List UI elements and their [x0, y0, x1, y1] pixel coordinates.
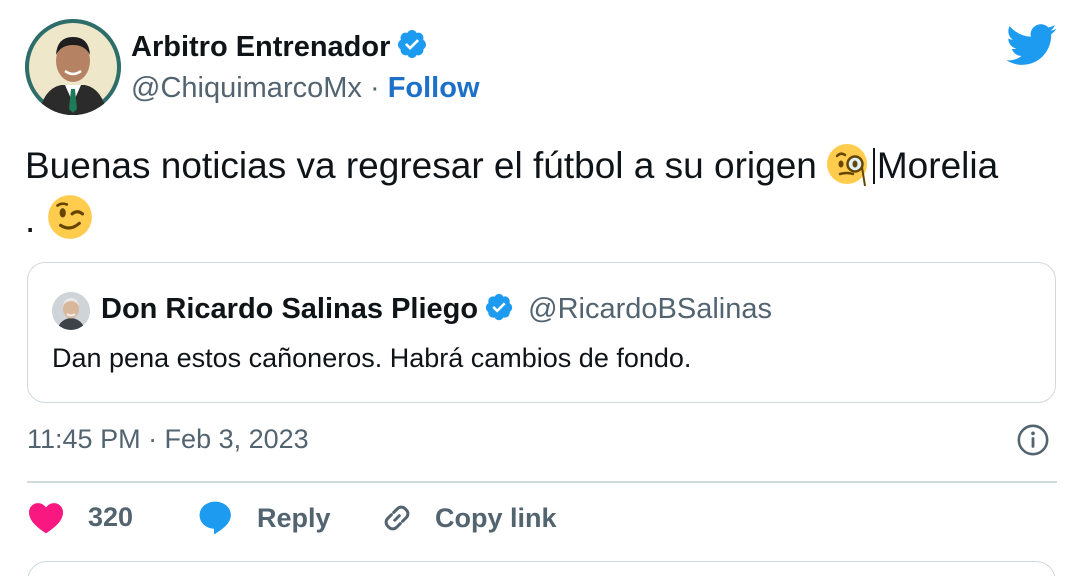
- like-button[interactable]: 320: [27, 500, 133, 534]
- author-handle[interactable]: @ChiquimarcoMx: [131, 72, 362, 104]
- verified-badge-icon: [398, 30, 427, 58]
- author-name-row[interactable]: Arbitro Entrenador: [131, 28, 428, 64]
- info-circle-icon: [1017, 424, 1049, 456]
- author-avatar[interactable]: [25, 19, 121, 115]
- heart-icon: [29, 503, 63, 534]
- twitter-logo-icon[interactable]: [1006, 24, 1057, 70]
- read-replies-card[interactable]: [27, 561, 1056, 576]
- reply-label: Reply: [257, 502, 331, 533]
- author-avatar-image: [25, 19, 121, 115]
- quote-author-handle[interactable]: @RicardoBSalinas: [528, 293, 772, 325]
- quote-author-avatar[interactable]: [52, 292, 90, 330]
- tweet-text-part1: Buenas noticias va regresar el fútbol a …: [25, 145, 817, 186]
- tweet-text-part2: Morelia: [876, 145, 999, 186]
- handle-separator: ·: [369, 72, 380, 104]
- tweet-text: Buenas noticias va regresar el fútbol a …: [25, 140, 1065, 246]
- winking-face-emoji-icon: [48, 195, 93, 239]
- quote-text: Dan pena estos cañoneros. Habrá cambios …: [52, 343, 692, 373]
- text-cursor: [872, 148, 875, 184]
- follow-button[interactable]: Follow: [388, 72, 480, 104]
- quoted-tweet-card[interactable]: Don Ricardo Salinas Pliego @RicardoBSali…: [27, 262, 1056, 403]
- link-icon: [384, 505, 410, 531]
- tweet-timestamp[interactable]: 11:45 PM · Feb 3, 2023: [27, 424, 309, 455]
- tweet-text-part3: .: [25, 199, 36, 240]
- like-count: 320: [88, 501, 134, 532]
- author-handle-row: @ChiquimarcoMx · Follow: [131, 72, 480, 105]
- info-icon[interactable]: [1016, 423, 1050, 462]
- twitter-bird-icon: [1006, 24, 1057, 65]
- copy-link-label: Copy link: [435, 502, 557, 533]
- copy-link-button[interactable]: Copy link: [379, 500, 557, 536]
- face-with-monocle-emoji-icon: [826, 144, 867, 187]
- author-name[interactable]: Arbitro Entrenador: [131, 31, 390, 63]
- quote-header: Don Ricardo Salinas Pliego @RicardoBSali…: [101, 292, 772, 326]
- quote-avatar-image: [52, 292, 90, 330]
- quote-verified-badge-icon: [485, 293, 513, 321]
- quote-author-name[interactable]: Don Ricardo Salinas Pliego: [101, 293, 478, 325]
- reply-bubble-icon: [199, 501, 231, 535]
- reply-button[interactable]: Reply: [197, 500, 331, 536]
- actions-divider: [27, 481, 1057, 483]
